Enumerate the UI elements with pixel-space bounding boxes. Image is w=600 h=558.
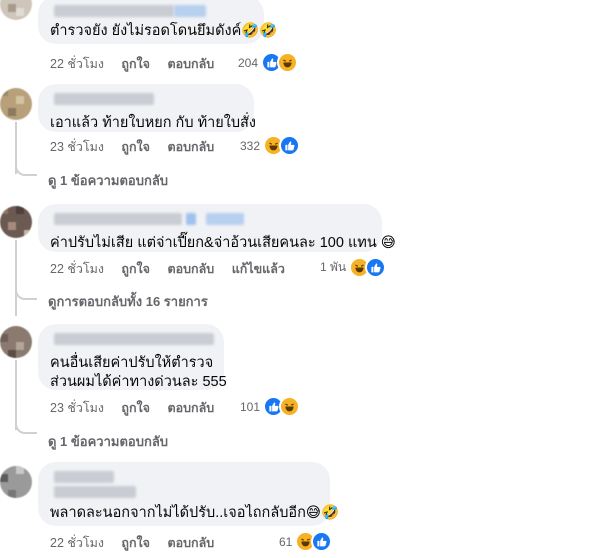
reaction-summary[interactable]: 204 <box>238 52 299 73</box>
view-replies-link[interactable]: ดู 1 ข้อความตอบกลับ <box>48 170 168 191</box>
reply-button[interactable]: ตอบกลับ <box>167 536 214 550</box>
comment-text: เอาแล้ว ท้ายใบหยก กับ ท้ายใบสั่ง <box>50 115 256 131</box>
view-replies-link[interactable]: ดู 1 ข้อความตอบกลับ <box>48 431 168 452</box>
view-replies-link[interactable]: ดูการตอบกลับทั้ง 16 รายการ <box>48 291 208 312</box>
comment-text: พลาดละนอกจากไม่ได้ปรับ..เจอไถกลับอีก😅🤣 <box>50 505 340 521</box>
comment-text-line-1: คนอื่นเสียค่าปรับให้ตำรวจ <box>50 355 214 371</box>
commenter-name-blurred-2[interactable] <box>50 486 318 499</box>
reaction-count: 332 <box>240 138 261 153</box>
reply-button[interactable]: ตอบกลับ <box>167 140 214 154</box>
reaction-count: 1 พัน <box>320 260 347 274</box>
reply-button[interactable]: ตอบกลับ <box>167 57 214 71</box>
thread-connector <box>15 288 37 300</box>
thread-line <box>15 240 17 316</box>
comment-time[interactable]: 23 ชั่วโมง <box>50 140 104 154</box>
haha-reaction-icon <box>277 52 299 73</box>
avatar[interactable] <box>0 206 32 238</box>
thread-connector <box>15 164 37 176</box>
comment-bubble: ตำรวจยัง ยังไม่รอดโดนยึมดังค์🤣🤣 <box>38 0 278 44</box>
comment-time[interactable]: 23 ชั่วโมง <box>50 401 104 415</box>
reaction-summary[interactable]: 1 พัน <box>320 257 387 278</box>
like-reaction-icon <box>279 135 301 156</box>
reaction-summary[interactable]: 61 <box>279 531 333 552</box>
like-reaction-icon <box>311 531 333 552</box>
thread-line <box>15 360 17 430</box>
like-reaction-icon <box>365 257 387 278</box>
comment-bubble: คนอื่นเสียค่าปรับให้ตำรวจ ส่วนผมได้ค่าทา… <box>38 324 227 390</box>
reply-button[interactable]: ตอบกลับ <box>167 401 214 415</box>
avatar[interactable] <box>0 88 32 120</box>
comment-meta: 22 ชั่วโมง ถูกใจ ตอบกลับ <box>50 54 228 74</box>
reaction-count: 61 <box>279 534 293 549</box>
commenter-name-blurred[interactable] <box>50 471 318 484</box>
thread-connector <box>15 422 37 434</box>
reaction-count: 101 <box>240 399 261 414</box>
comment-meta: 23 ชั่วโมง ถูกใจ ตอบกลับ <box>50 137 228 157</box>
comment-time[interactable]: 22 ชั่วโมง <box>50 262 104 276</box>
avatar[interactable] <box>0 466 32 498</box>
reaction-count: 204 <box>238 55 259 70</box>
comment-text-line-2: ส่วนผมได้ค่าทางด่วนละ 555 <box>50 374 227 390</box>
reply-button[interactable]: ตอบกลับ <box>167 262 214 276</box>
like-button[interactable]: ถูกใจ <box>121 140 150 154</box>
like-button[interactable]: ถูกใจ <box>121 401 150 415</box>
commenter-name-blurred[interactable] <box>50 333 214 346</box>
haha-reaction-icon <box>279 396 301 417</box>
reaction-summary[interactable]: 101 <box>240 396 301 417</box>
comment-bubble: พลาดละนอกจากไม่ได้ปรับ..เจอไถกลับอีก😅🤣 <box>38 462 340 526</box>
like-button[interactable]: ถูกใจ <box>121 536 150 550</box>
comment-meta: 22 ชั่วโมง ถูกใจ ตอบกลับ <box>50 533 228 553</box>
comment-time[interactable]: 22 ชั่วโมง <box>50 536 104 550</box>
comment-time[interactable]: 22 ชั่วโมง <box>50 57 104 71</box>
comment-text: ค่าปรับไม่เสีย แต่จ่าเปี๊ยก&จ่าอ้วนเสียค… <box>50 235 396 251</box>
commenter-name-blurred[interactable] <box>50 93 242 106</box>
comment-meta: 22 ชั่วโมง ถูกใจ ตอบกลับ แก้ไขแล้ว <box>50 259 299 279</box>
comment-meta: 23 ชั่วโมง ถูกใจ ตอบกลับ <box>50 398 228 418</box>
avatar[interactable] <box>0 0 32 20</box>
like-button[interactable]: ถูกใจ <box>121 57 150 71</box>
like-button[interactable]: ถูกใจ <box>121 262 150 276</box>
comment-bubble: ค่าปรับไม่เสีย แต่จ่าเปี๊ยก&จ่าอ้วนเสียค… <box>38 204 396 252</box>
comment-bubble: เอาแล้ว ท้ายใบหยก กับ ท้ายใบสั่ง <box>38 84 256 132</box>
comment-text: ตำรวจยัง ยังไม่รอดโดนยึมดังค์🤣🤣 <box>50 23 278 39</box>
commenter-name-blurred[interactable] <box>50 213 370 226</box>
edited-label[interactable]: แก้ไขแล้ว <box>232 262 285 276</box>
reaction-summary[interactable]: 332 <box>240 135 301 156</box>
commenter-name-blurred[interactable] <box>50 5 252 18</box>
avatar[interactable] <box>0 326 32 358</box>
